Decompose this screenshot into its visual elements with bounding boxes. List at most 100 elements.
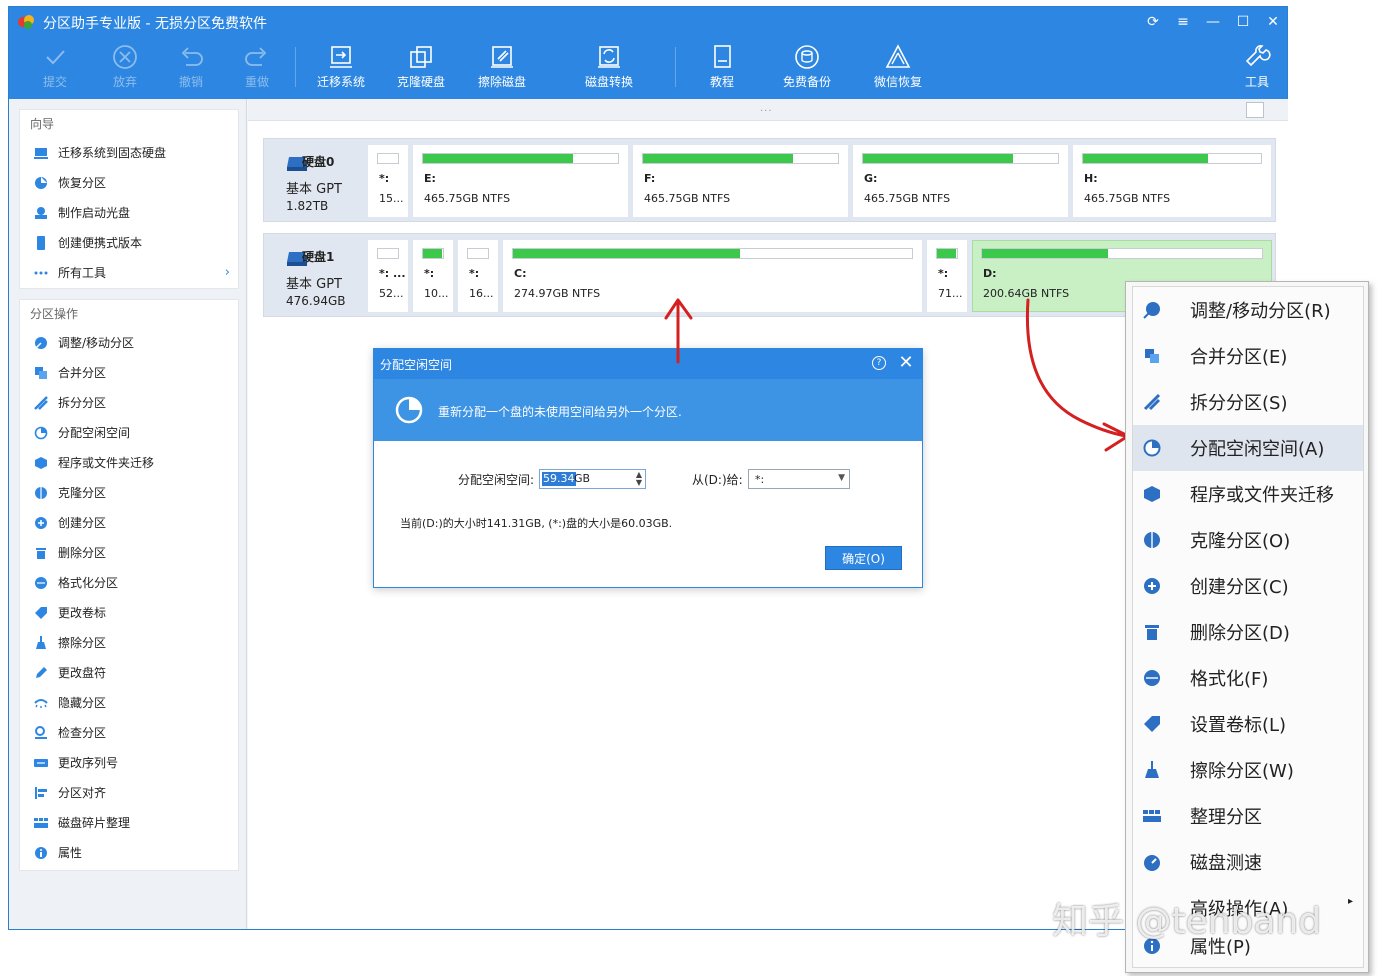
menu-icon[interactable]: ≡ bbox=[1171, 11, 1195, 33]
minimize-button[interactable]: — bbox=[1201, 11, 1225, 33]
menu-item-app-move[interactable]: 程序或文件夹迁移 bbox=[1133, 471, 1363, 517]
undo-button[interactable]: 撤销 bbox=[159, 43, 223, 97]
partition[interactable]: E: 465.75GB NTFS bbox=[413, 145, 628, 217]
allocate-icon bbox=[34, 426, 48, 440]
sidebar-item-app-move[interactable]: 程序或文件夹迁移 bbox=[20, 448, 238, 478]
sidebar-item-label: 更改卷标 bbox=[58, 606, 107, 620]
sidebar-item-drive-letter[interactable]: 更改盘符 bbox=[20, 658, 238, 688]
sidebar-item-split[interactable]: 拆分分区 bbox=[20, 388, 238, 418]
migrate-os-button[interactable]: 迁移系统 bbox=[309, 43, 373, 97]
drag-handle[interactable]: ··· bbox=[760, 106, 773, 117]
partition-info: 274.97GB NTFS bbox=[514, 287, 601, 300]
refresh-icon[interactable]: ⟳ bbox=[1141, 11, 1165, 33]
sidebar-item-defrag[interactable]: 磁盘碎片整理 bbox=[20, 808, 238, 838]
sidebar-item-check[interactable]: 检查分区 bbox=[20, 718, 238, 748]
sidebar-item-resize[interactable]: 调整/移动分区 bbox=[20, 328, 238, 358]
partition[interactable]: *: ... 52... bbox=[368, 240, 408, 312]
sidebar-item-properties[interactable]: 属性 bbox=[20, 838, 238, 868]
target-partition-select[interactable]: *: ▼ bbox=[748, 469, 850, 489]
tools-label: 工具 bbox=[1244, 75, 1269, 89]
close-button[interactable]: ✕ bbox=[1261, 11, 1285, 33]
wipe-disk-icon bbox=[491, 46, 513, 68]
sidebar-item-portable[interactable]: 创建便携式版本 bbox=[20, 228, 238, 258]
view-toggle-icon[interactable] bbox=[1246, 102, 1264, 118]
free-backup-button[interactable]: 免费备份 bbox=[775, 43, 839, 97]
undo-label: 撤销 bbox=[178, 75, 203, 89]
partition[interactable]: *: 10... bbox=[413, 240, 453, 312]
sidebar-item-migrate-ssd[interactable]: 迁移系统到固态硬盘 bbox=[20, 138, 238, 168]
resize-icon bbox=[1143, 302, 1160, 319]
wipe-disk-button[interactable]: 擦除磁盘 bbox=[470, 43, 534, 97]
partition[interactable]: *: 16... bbox=[458, 240, 498, 312]
sidebar-item-format[interactable]: 格式化分区 bbox=[20, 568, 238, 598]
partition-label: *: bbox=[938, 267, 949, 280]
wechat-recover-button[interactable]: 微信恢复 bbox=[866, 43, 930, 97]
discard-button[interactable]: 放弃 bbox=[93, 43, 157, 97]
sidebar-item-delete[interactable]: 删除分区 bbox=[20, 538, 238, 568]
redo-button[interactable]: 重做 bbox=[225, 43, 289, 97]
partition[interactable]: G: 465.75GB NTFS bbox=[853, 145, 1068, 217]
sidebar-item-serial[interactable]: 更改序列号 bbox=[20, 748, 238, 778]
disk-convert-button[interactable]: 磁盘转换 bbox=[577, 43, 641, 97]
sidebar-item-align[interactable]: 分区对齐 bbox=[20, 778, 238, 808]
clone-disk-button[interactable]: 克隆硬盘 bbox=[389, 43, 453, 97]
dialog-close-button[interactable]: ✕ bbox=[896, 352, 916, 374]
merge-icon bbox=[1145, 349, 1159, 363]
partition[interactable]: C: 274.97GB NTFS bbox=[503, 240, 922, 312]
usage-fill bbox=[1083, 154, 1208, 163]
partition[interactable]: F: 465.75GB NTFS bbox=[633, 145, 848, 217]
defrag-icon bbox=[34, 818, 48, 828]
main-header-bar: ··· bbox=[248, 99, 1288, 121]
partition-info: 465.75GB NTFS bbox=[1084, 192, 1171, 205]
menu-item-defrag[interactable]: 整理分区 bbox=[1133, 793, 1363, 839]
spin-arrows-icon[interactable]: ▲ ▼ bbox=[636, 471, 642, 487]
menu-item-label: 磁盘测速 bbox=[1190, 853, 1262, 874]
menu-item-allocate-highlighted[interactable]: 分配空闲空间(A) bbox=[1133, 425, 1363, 471]
partition-label: C: bbox=[514, 267, 527, 280]
menu-item-delete[interactable]: 删除分区(D) bbox=[1133, 609, 1363, 655]
menu-item-wipe[interactable]: 擦除分区(W) bbox=[1133, 747, 1363, 793]
sidebar-item-recover-partition[interactable]: 恢复分区 bbox=[20, 168, 238, 198]
wrench-icon bbox=[1245, 45, 1271, 67]
sidebar-item-label: 更改盘符 bbox=[58, 666, 107, 680]
sidebar-item-create[interactable]: 创建分区 bbox=[20, 508, 238, 538]
maximize-button[interactable]: ☐ bbox=[1231, 11, 1255, 33]
tools-button[interactable]: 工具 bbox=[1225, 43, 1289, 97]
pencil-icon bbox=[36, 667, 47, 678]
speed-icon bbox=[1144, 855, 1160, 871]
menu-item-clone[interactable]: 克隆分区(O) bbox=[1133, 517, 1363, 563]
menu-item-create[interactable]: 创建分区(C) bbox=[1133, 563, 1363, 609]
help-icon[interactable]: ? bbox=[872, 356, 886, 370]
wizard-panel: 向导 迁移系统到固态硬盘 恢复分区 制作启动光盘 创建便携式版本 所有工具 › bbox=[19, 109, 239, 289]
tutorial-button[interactable]: 教程 bbox=[690, 43, 754, 97]
menu-item-set-label[interactable]: 设置卷标(L) bbox=[1133, 701, 1363, 747]
menu-item-merge[interactable]: 合并分区(E) bbox=[1133, 333, 1363, 379]
sidebar-item-label: 迁移系统到固态硬盘 bbox=[58, 146, 167, 160]
cancel-circle-icon bbox=[113, 45, 137, 69]
disk-type: 基本 GPT bbox=[286, 277, 342, 292]
menu-item-resize[interactable]: 调整/移动分区(R) bbox=[1133, 287, 1363, 333]
create-icon bbox=[1144, 578, 1160, 594]
sidebar-item-wipe[interactable]: 擦除分区 bbox=[20, 628, 238, 658]
wipe-disk-label: 擦除磁盘 bbox=[477, 75, 526, 89]
allocate-amount-input[interactable]: 59.34 GB ▲ ▼ bbox=[539, 469, 646, 489]
sidebar-item-all-tools[interactable]: 所有工具 › bbox=[20, 258, 238, 288]
disk-0[interactable]: 硬盘0 基本 GPT 1.82TB *: 15... E: 465.75GB NTF… bbox=[263, 138, 1276, 222]
backup-icon bbox=[795, 45, 819, 69]
sidebar-item-label-change[interactable]: 更改卷标 bbox=[20, 598, 238, 628]
partition[interactable]: H: 465.75GB NTFS bbox=[1073, 145, 1271, 217]
partition[interactable]: *: 71... bbox=[927, 240, 967, 312]
commit-button[interactable]: 提交 bbox=[23, 43, 87, 97]
sidebar-item-merge[interactable]: 合并分区 bbox=[20, 358, 238, 388]
ok-button[interactable]: 确定(O) bbox=[825, 546, 902, 570]
sidebar-item-hide[interactable]: 隐藏分区 bbox=[20, 688, 238, 718]
serial-number-icon bbox=[34, 759, 48, 767]
menu-item-speed-test[interactable]: 磁盘测速 bbox=[1133, 839, 1363, 885]
resize-icon bbox=[35, 337, 47, 349]
partition[interactable]: *: 15... bbox=[368, 145, 408, 217]
sidebar-item-clone[interactable]: 克隆分区 bbox=[20, 478, 238, 508]
sidebar-item-boot-disc[interactable]: 制作启动光盘 bbox=[20, 198, 238, 228]
menu-item-format[interactable]: 格式化(F) bbox=[1133, 655, 1363, 701]
sidebar-item-allocate[interactable]: 分配空闲空间 bbox=[20, 418, 238, 448]
menu-item-split[interactable]: 拆分分区(S) bbox=[1133, 379, 1363, 425]
